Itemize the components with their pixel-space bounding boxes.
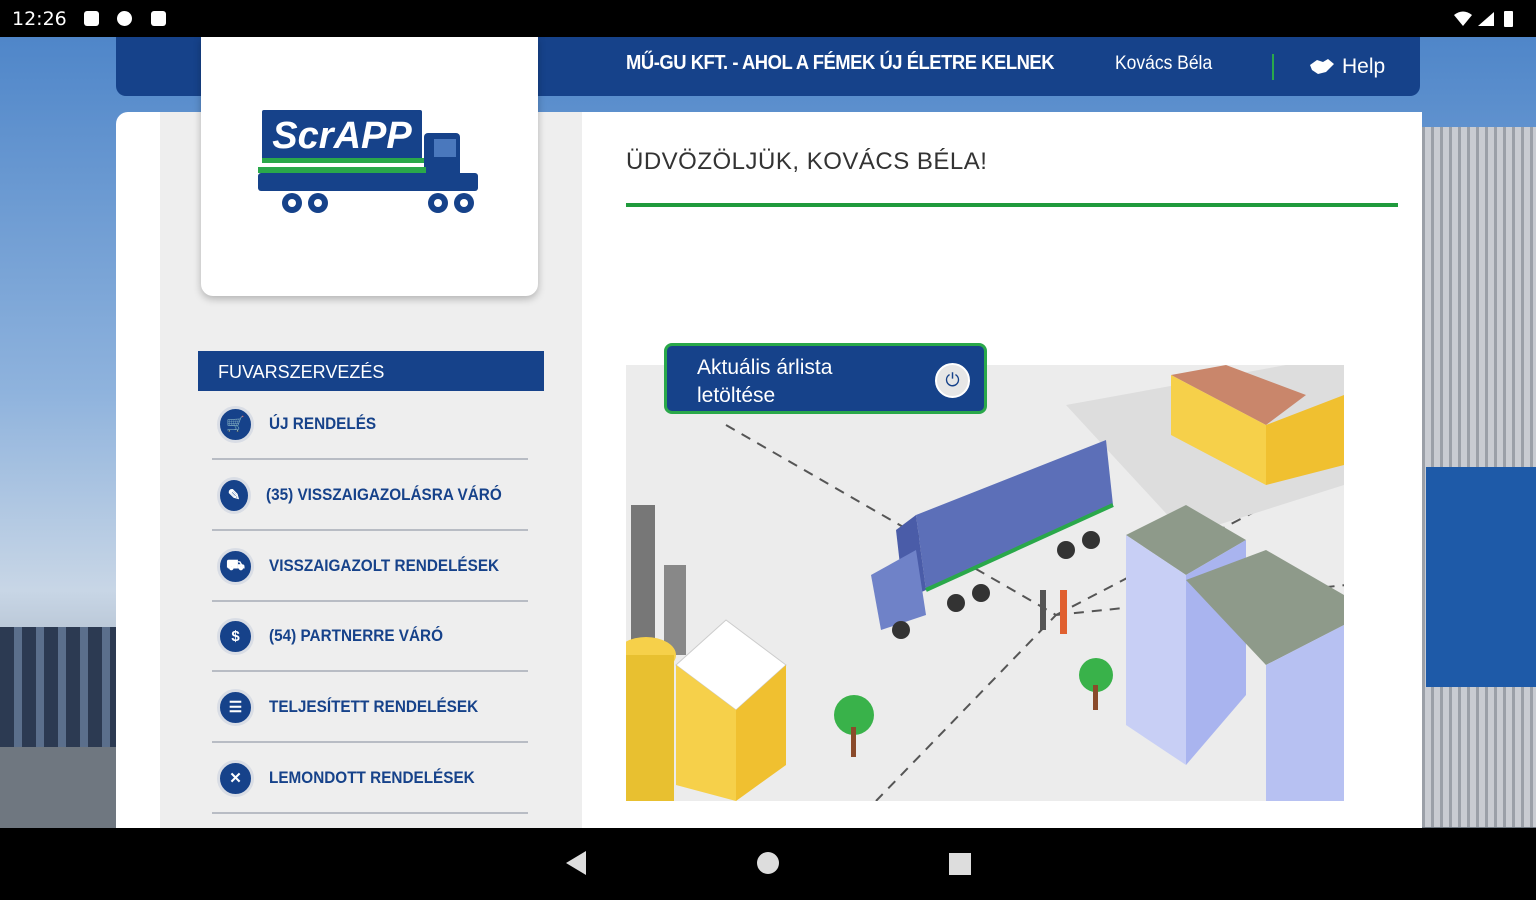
truck-confirm-icon: ⛟: [217, 547, 254, 585]
notification-icon: [84, 11, 99, 26]
title-underline: [626, 203, 1398, 207]
status-bar: 12:26: [0, 0, 1536, 37]
help-label: Help: [1342, 55, 1386, 78]
people-icon: [1040, 590, 1067, 634]
background-container: [1426, 467, 1536, 687]
logistics-illustration: [616, 365, 1347, 802]
menu-item-confirmed-orders[interactable]: ⛟ VISSZAIGAZOLT RENDELÉSEK: [212, 532, 528, 602]
clock: 12:26: [12, 8, 67, 30]
handshake-icon: [1310, 59, 1334, 74]
list-icon: ☰: [217, 688, 254, 726]
truck-illustration: [871, 440, 1114, 639]
back-icon[interactable]: [562, 848, 590, 878]
navigation-bar: [0, 828, 1536, 900]
welcome-title: ÜDVÖZÖLJÜK, KOVÁCS BÉLA!: [626, 148, 988, 175]
user-name[interactable]: Kovács Béla: [1115, 53, 1212, 75]
menu-item-awaiting-partner[interactable]: $ (54) PARTNERRE VÁRÓ: [212, 602, 528, 672]
menu-item-label: TELJESÍTETT RENDELÉSEK: [269, 697, 479, 716]
tree-icon: [834, 658, 1113, 757]
edit-doc-icon: ✎: [217, 476, 252, 514]
sd-card-icon: [151, 11, 166, 26]
logo-truck-icon: [258, 133, 478, 213]
menu-section-header: FUVARSZERVEZÉS: [198, 351, 544, 391]
menu-item-label: VISSZAIGAZOLT RENDELÉSEK: [269, 556, 500, 575]
recents-icon[interactable]: [948, 852, 972, 876]
factory: [616, 505, 787, 801]
notification-icon: [117, 11, 132, 26]
menu-item-new-order[interactable]: 🛒 ÚJ RENDELÉS: [212, 390, 528, 460]
wifi-signal-battery-icons: [1452, 9, 1522, 34]
menu-item-label: LEMONDOTT RENDELÉSEK: [269, 768, 475, 787]
help-button[interactable]: Help: [1308, 55, 1385, 79]
menu-item-label: (54) PARTNERRE VÁRÓ: [269, 626, 443, 645]
menu-item-label: ÚJ RENDELÉS: [269, 414, 377, 433]
office-building: [1126, 505, 1344, 801]
menu-item-completed-orders[interactable]: ☰ TELJESÍTETT RENDELÉSEK: [212, 673, 528, 743]
home-icon[interactable]: [756, 851, 780, 875]
header-divider: [1272, 54, 1274, 80]
menu-item-label: (35) VISSZAIGAZOLÁSRA VÁRÓ: [266, 485, 502, 504]
cart-icon: 🛒: [217, 405, 254, 443]
download-price-list-button[interactable]: Aktuális árlista letöltése ⏻: [664, 343, 987, 414]
cancel-icon: ✕: [217, 759, 254, 797]
menu-item-awaiting-confirmation[interactable]: ✎ (35) VISSZAIGAZOLÁSRA VÁRÓ: [212, 461, 528, 531]
money-icon: $: [217, 617, 254, 655]
download-icon: ⏻: [935, 363, 970, 398]
menu-item-cancelled-orders[interactable]: ✕ LEMONDOTT RENDELÉSEK: [212, 744, 528, 814]
background-trucks: [0, 627, 120, 747]
company-title: MŰ-GU KFT. - AHOL A FÉMEK ÚJ ÉLETRE KELN…: [626, 52, 1055, 74]
